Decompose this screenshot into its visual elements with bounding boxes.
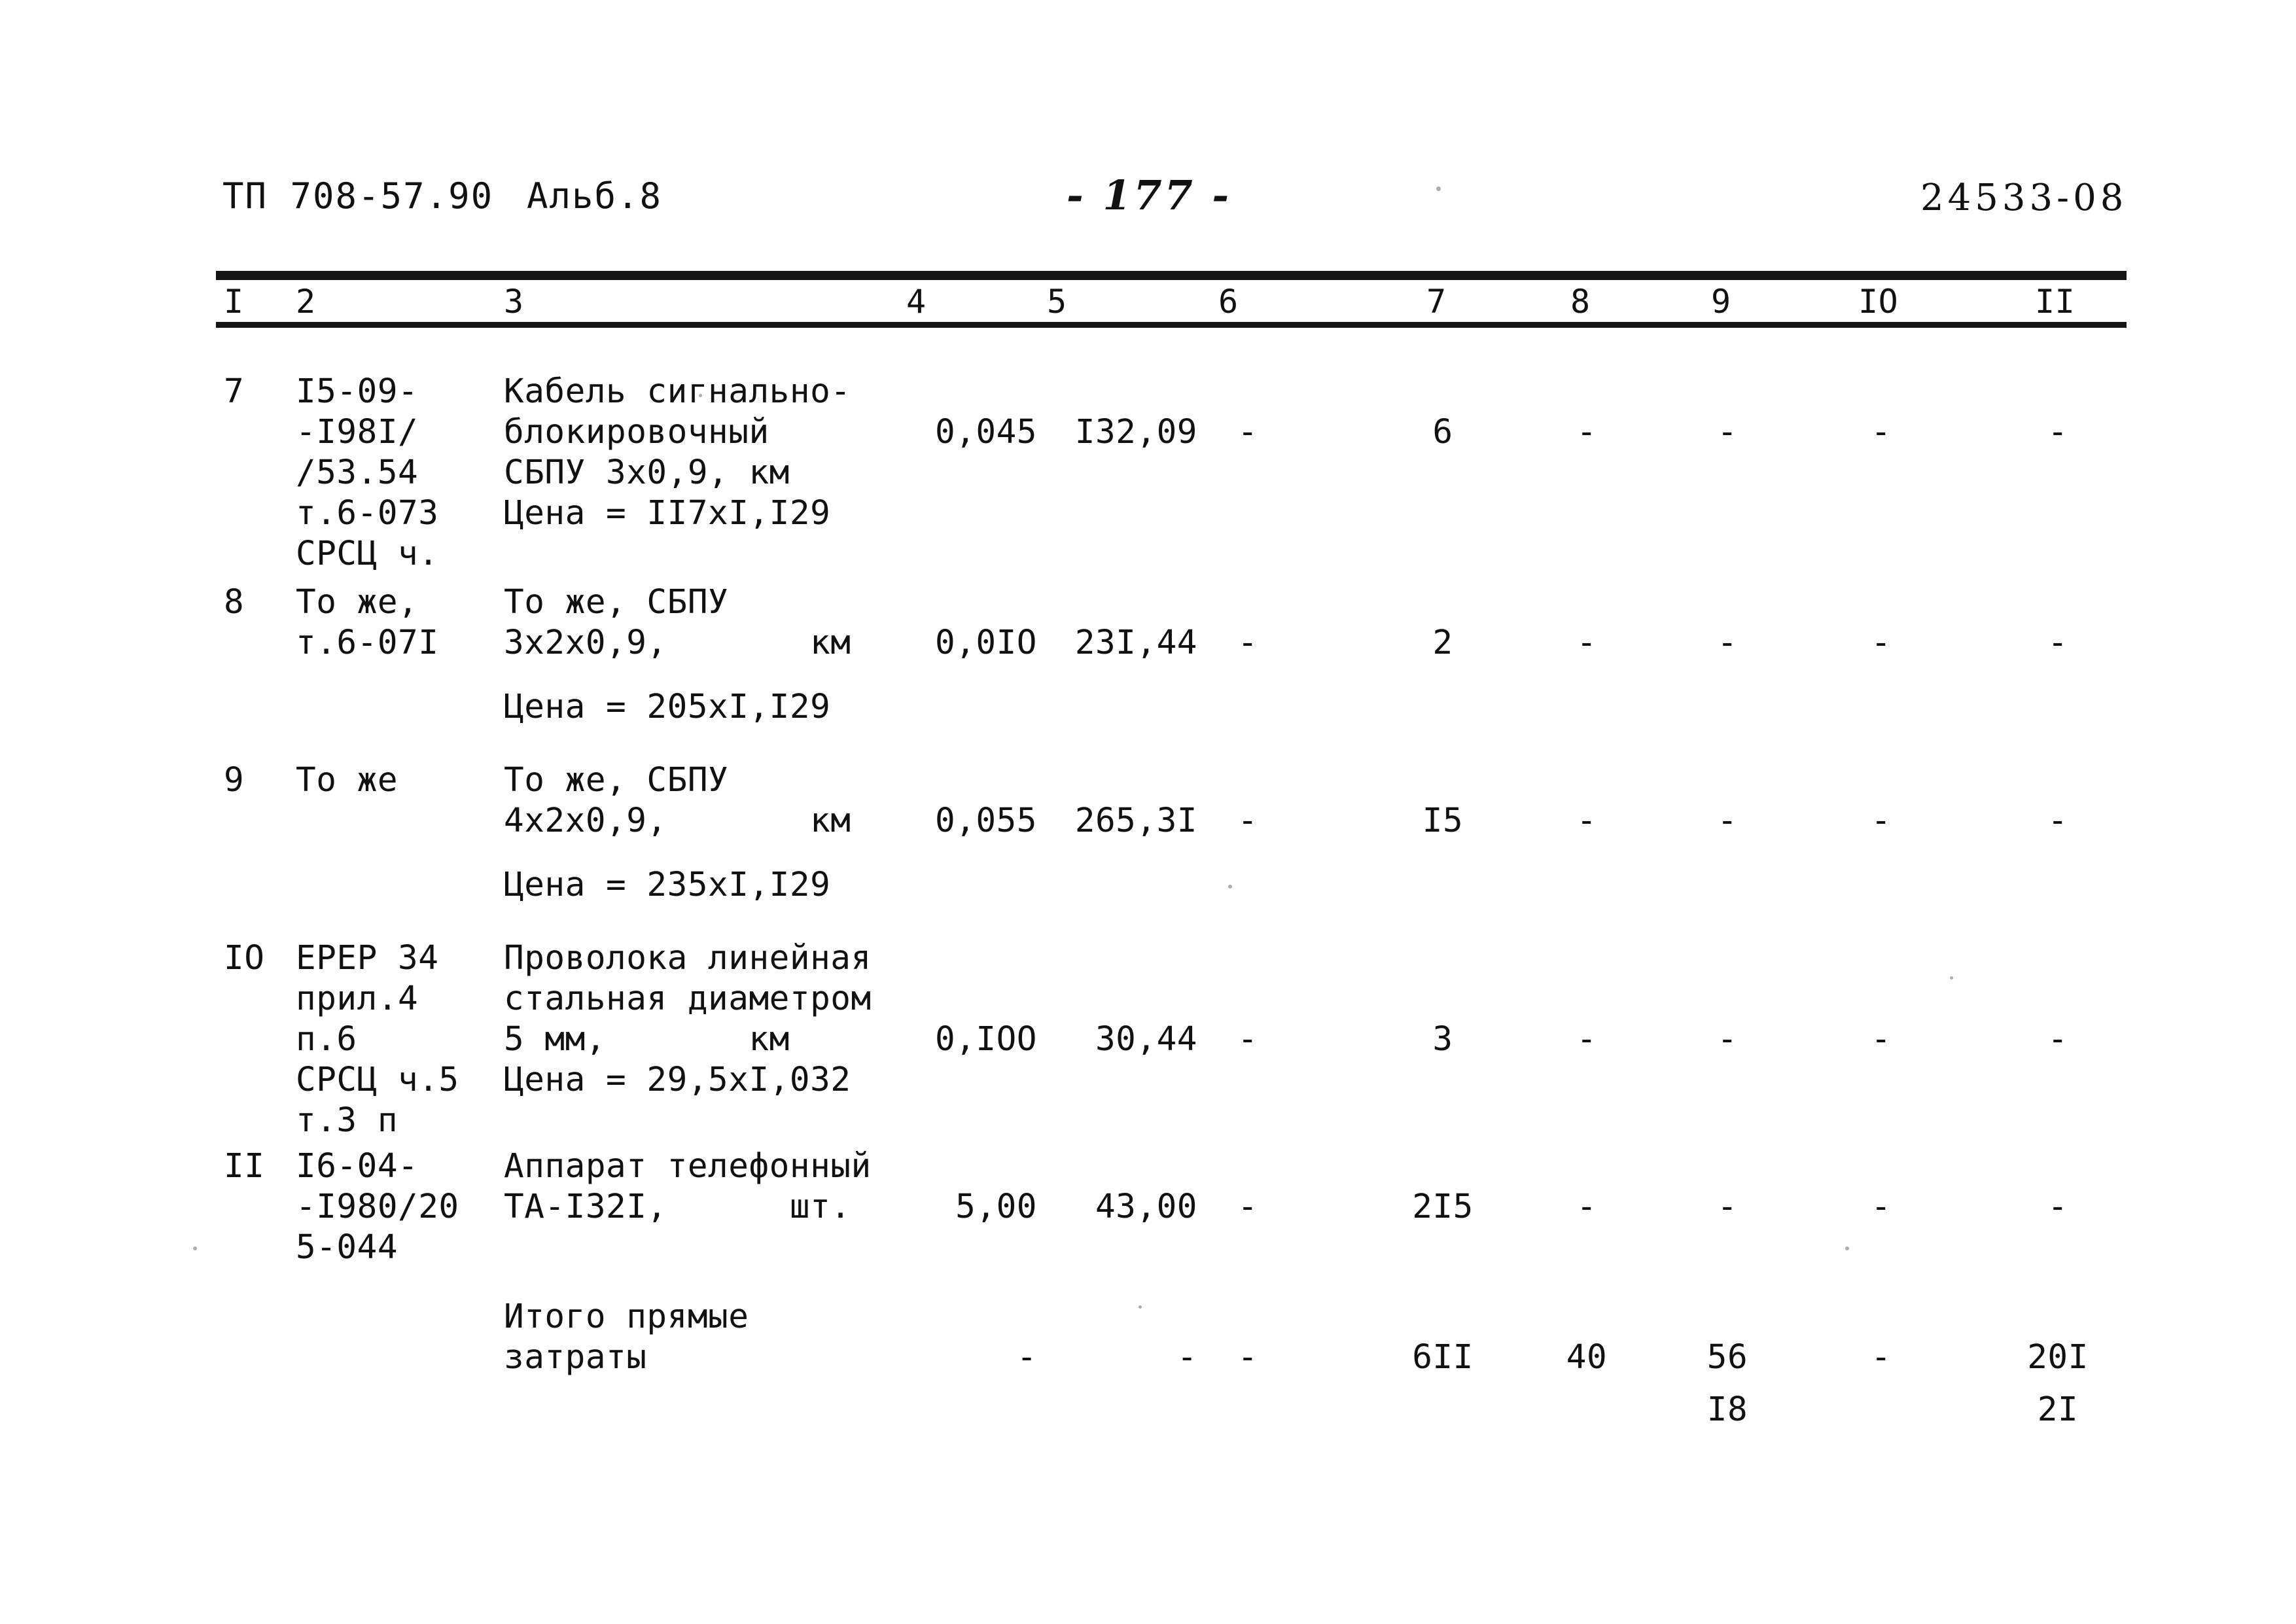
- row-unit-cost: I32,09: [1074, 413, 1197, 451]
- row-col6: -: [1237, 624, 1258, 662]
- row-reference: То же, т.6-07I: [296, 583, 439, 662]
- scan-speckle: [193, 1246, 197, 1250]
- table-header-bottom-rule: [216, 322, 2127, 328]
- row-col10: -: [1871, 802, 1892, 840]
- column-header-5: 5: [1047, 283, 1067, 321]
- document-code: ТП 708-57.90: [222, 175, 494, 217]
- row-col11: -: [2047, 413, 2068, 451]
- total-col9-second: I8: [1706, 1390, 1748, 1429]
- column-header-10: IO: [1858, 283, 1899, 321]
- column-header-3: 3: [504, 283, 524, 321]
- column-header-6: 6: [1218, 283, 1239, 321]
- scan-speckle: [1139, 1305, 1142, 1309]
- row-col7: 2I5: [1412, 1188, 1474, 1226]
- row-unit-cost: 265,3I: [1074, 802, 1197, 840]
- row-col9: -: [1717, 1020, 1738, 1059]
- total-col9: 56: [1706, 1338, 1748, 1377]
- row-reference: I5-09- -I98I/ /53.54 т.6-073 СРСЦ ч.: [296, 372, 439, 573]
- row-col10: -: [1871, 413, 1892, 451]
- column-header-2: 2: [296, 283, 316, 321]
- row-price-formula: Цена = 29,5хI,032: [504, 1061, 851, 1099]
- row-quantity: 0,0IO: [934, 624, 1037, 662]
- row-reference: I6-04- -I980/20 5-044: [296, 1147, 459, 1267]
- row-description: То же, СБПУ 4х2х0,9, км: [504, 761, 851, 840]
- total-col5: -: [1176, 1338, 1197, 1377]
- scan-speckle: [699, 394, 702, 397]
- column-header-1: I: [224, 283, 244, 321]
- row-col11: -: [2047, 1020, 2068, 1059]
- row-description: Кабель сигнально- блокировочный СБПУ 3х0…: [504, 372, 851, 492]
- row-col8: -: [1576, 1020, 1597, 1059]
- row-description: Аппарат телефонный ТА-I32I, шт.: [504, 1147, 872, 1226]
- row-col10: -: [1871, 1020, 1892, 1059]
- row-col7: I5: [1422, 802, 1464, 840]
- row-col10: -: [1871, 624, 1892, 662]
- scan-speckle: [1845, 1246, 1849, 1250]
- row-col6: -: [1237, 802, 1258, 840]
- row-price-formula: Цена = 235хI,I29: [504, 866, 831, 904]
- row-price-formula: Цена = 205хI,I29: [504, 688, 831, 726]
- column-header-7: 7: [1426, 283, 1447, 321]
- scanned-document-page: ТП 708-57.90 Альб.8 - 177 - 24533-08 I 2…: [0, 0, 2296, 1624]
- total-col11: 20I: [2027, 1338, 2089, 1377]
- column-header-11: II: [2035, 283, 2075, 321]
- row-col11: -: [2047, 624, 2068, 662]
- row-price-formula: Цена = II7хI,I29: [504, 494, 831, 533]
- row-col11: -: [2047, 1188, 2068, 1226]
- column-header-9: 9: [1711, 283, 1731, 321]
- row-col8: -: [1576, 413, 1597, 451]
- column-header-8: 8: [1570, 283, 1591, 321]
- total-label-line2: затраты: [504, 1338, 647, 1377]
- row-unit-cost: 23I,44: [1074, 624, 1197, 662]
- row-quantity: 0,055: [934, 802, 1037, 840]
- row-number: 9: [224, 761, 245, 800]
- row-col6: -: [1237, 413, 1258, 451]
- row-col10: -: [1871, 1188, 1892, 1226]
- row-unit-cost: 30,44: [1095, 1020, 1197, 1059]
- row-quantity: 0,045: [934, 413, 1037, 451]
- scan-speckle: [1228, 885, 1232, 889]
- table-top-rule: [216, 271, 2127, 277]
- page-number: - 177 -: [1067, 171, 1232, 219]
- column-header-4: 4: [906, 283, 927, 321]
- row-col9: -: [1717, 1188, 1738, 1226]
- total-col4: -: [1016, 1338, 1037, 1377]
- row-unit-cost: 43,00: [1095, 1188, 1197, 1226]
- row-col6: -: [1237, 1020, 1258, 1059]
- total-col11-second: 2I: [2037, 1390, 2079, 1429]
- scan-speckle: [1436, 186, 1441, 191]
- row-reference: ЕРЕР 34 прил.4 п.6 СРСЦ ч.5 т.3 п: [296, 939, 459, 1140]
- row-quantity: 0,IOO: [934, 1020, 1037, 1059]
- row-col9: -: [1717, 413, 1738, 451]
- total-col6: -: [1237, 1338, 1258, 1377]
- row-col6: -: [1237, 1188, 1258, 1226]
- row-number: IO: [224, 939, 265, 978]
- total-col8: 40: [1566, 1338, 1608, 1377]
- row-col9: -: [1717, 802, 1738, 840]
- row-col11: -: [2047, 802, 2068, 840]
- row-number: II: [224, 1147, 265, 1186]
- sheet-code: 24533-08: [1920, 177, 2128, 219]
- total-col7: 6II: [1412, 1338, 1474, 1377]
- scan-speckle: [1950, 976, 1953, 980]
- row-col8: -: [1576, 802, 1597, 840]
- row-reference: То же: [296, 761, 398, 800]
- row-quantity: 5,00: [955, 1188, 1037, 1226]
- row-description: То же, СБПУ 3х2х0,9, км: [504, 583, 851, 662]
- total-label-line1: Итого прямые: [504, 1297, 749, 1336]
- total-col10: -: [1871, 1338, 1892, 1377]
- row-col8: -: [1576, 624, 1597, 662]
- document-header: ТП 708-57.90 Альб.8 - 177 - 24533-08: [0, 171, 2296, 228]
- row-col7: 2: [1432, 624, 1453, 662]
- row-description: Проволока линейная стальная диаметром 5 …: [504, 939, 872, 1059]
- table-top-rule-shadow: [216, 277, 2127, 280]
- row-col9: -: [1717, 624, 1738, 662]
- row-col7: 3: [1432, 1020, 1453, 1059]
- row-number: 8: [224, 583, 245, 622]
- row-col8: -: [1576, 1188, 1597, 1226]
- row-number: 7: [224, 372, 245, 411]
- row-col7: 6: [1432, 413, 1453, 451]
- album-label: Альб.8: [527, 175, 663, 217]
